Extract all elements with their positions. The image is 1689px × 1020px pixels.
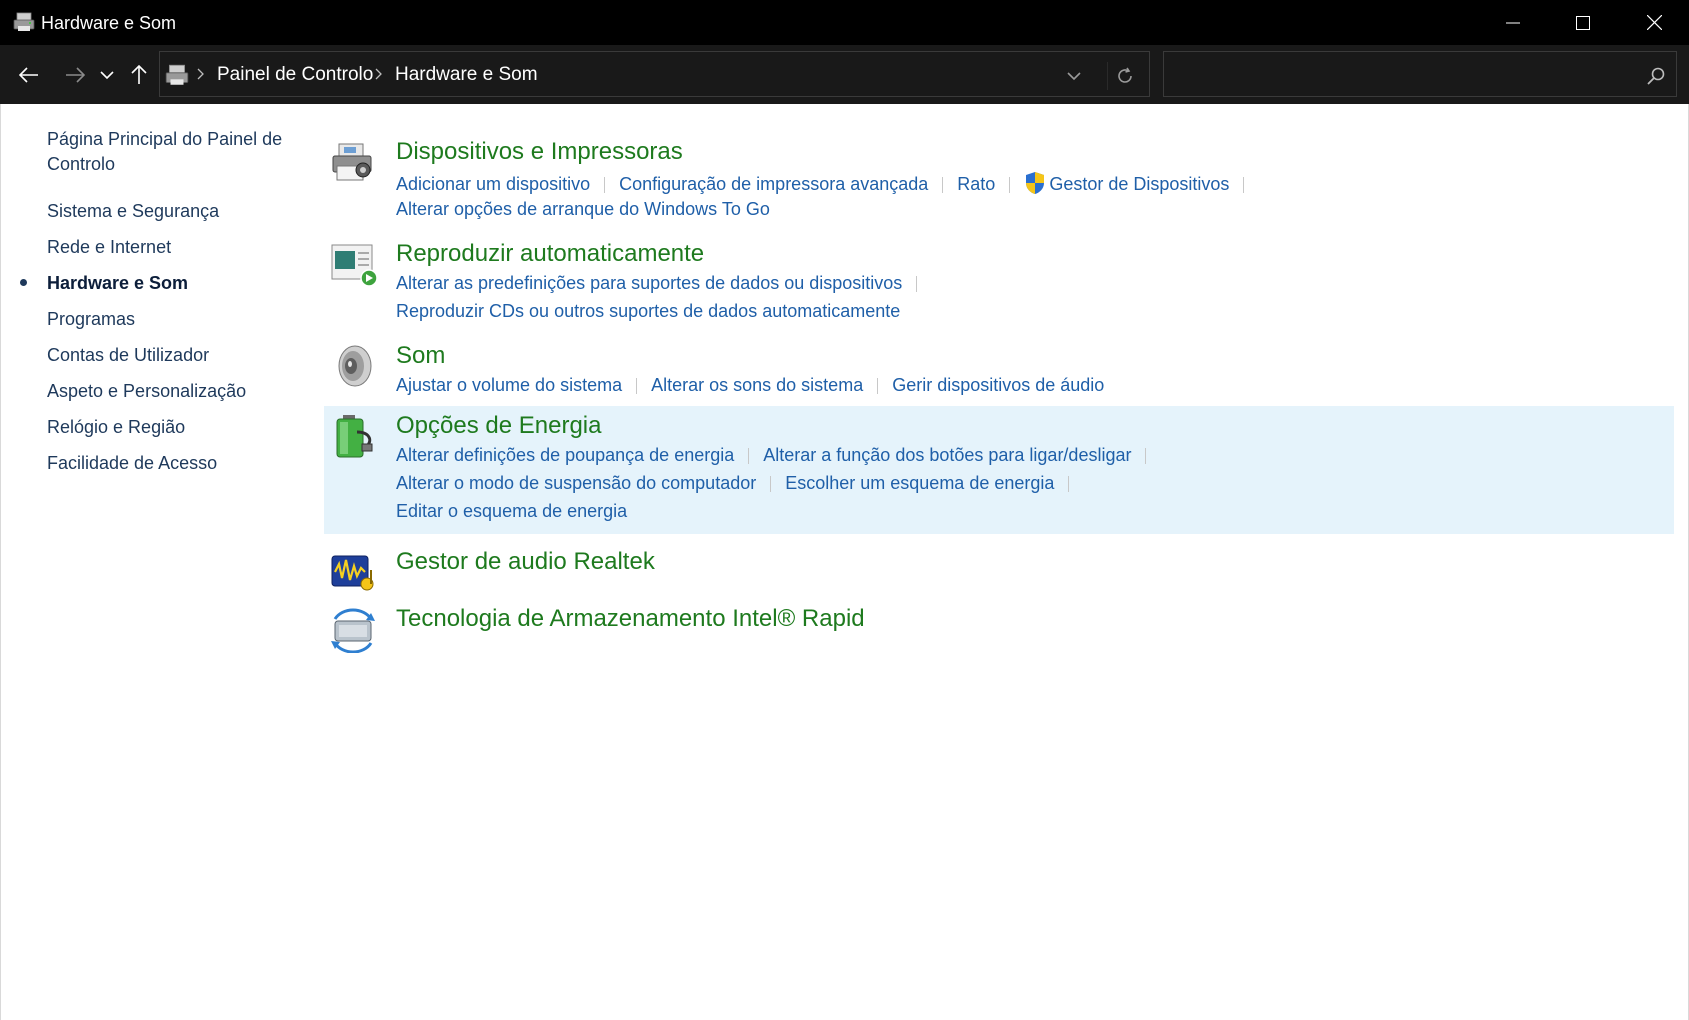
uac-shield-icon xyxy=(1026,172,1045,194)
link-mouse[interactable]: Rato xyxy=(957,174,995,194)
category-intel-rapid-storage: Tecnologia de Armazenamento Intel® Rapid xyxy=(324,601,1674,657)
divider xyxy=(877,378,879,395)
breadcrumb-hardware-e-som[interactable]: Hardware e Som xyxy=(395,64,538,86)
link-advanced-printer-setup[interactable]: Configuração de impressora avançada xyxy=(619,174,928,194)
divider xyxy=(604,177,606,194)
refresh-button[interactable] xyxy=(1107,62,1141,90)
breadcrumb-painel-de-controlo[interactable]: Painel de Controlo xyxy=(217,64,373,86)
arrow-right-icon xyxy=(66,67,85,83)
close-icon xyxy=(1646,15,1662,30)
printer-icon xyxy=(332,143,372,181)
sidebar-item-hardware-sound[interactable]: Hardware e Som xyxy=(47,271,188,296)
divider xyxy=(1145,448,1147,465)
refresh-icon xyxy=(1117,67,1132,83)
category-power-options: Opções de Energia Alterar definições de … xyxy=(324,406,1674,534)
category-realtek-audio: Gestor de audio Realtek xyxy=(324,544,1674,596)
window-title: Hardware e Som xyxy=(41,13,177,33)
category-title-autoplay[interactable]: Reproduzir automaticamente xyxy=(396,240,704,268)
category-sound: Som Ajustar o volume do sistema Alterar o… xyxy=(324,328,1674,395)
chevron-right-icon[interactable] xyxy=(372,66,386,82)
sidebar-item-network-internet[interactable]: Rede e Internet xyxy=(47,235,171,260)
address-bar[interactable]: Painel de Controlo Hardware e Som xyxy=(159,51,1150,97)
sidebar-item-system-security[interactable]: Sistema e Segurança xyxy=(47,199,219,224)
address-dropdown-button[interactable] xyxy=(1059,64,1089,88)
link-windows-to-go[interactable]: Alterar opções de arranque do Windows To… xyxy=(396,199,770,219)
links-row: Alterar as predefinições para suportes d… xyxy=(396,273,931,294)
intel-rapid-storage-icon xyxy=(331,608,375,653)
control-panel-icon xyxy=(165,64,189,85)
forward-button[interactable] xyxy=(60,60,90,90)
close-button[interactable] xyxy=(1619,0,1689,45)
sidebar-item-home[interactable]: Controlo xyxy=(47,152,115,177)
divider xyxy=(1068,476,1070,493)
link-add-device[interactable]: Adicionar um dispositivo xyxy=(396,174,590,194)
minimize-button[interactable] xyxy=(1478,0,1548,45)
links-row: Alterar opções de arranque do Windows To… xyxy=(396,199,770,220)
arrow-up-icon xyxy=(131,65,147,84)
links-row: Editar o esquema de energia xyxy=(396,501,627,522)
search-input[interactable] xyxy=(1172,60,1612,88)
up-button[interactable] xyxy=(124,60,154,90)
category-devices-printers: Dispositivos e Impressoras Adicionar um … xyxy=(324,124,1674,219)
link-manage-audio-devices[interactable]: Gerir dispositivos de áudio xyxy=(892,375,1104,395)
arrow-left-icon xyxy=(19,67,38,83)
search-box[interactable] xyxy=(1163,51,1677,97)
speaker-icon xyxy=(338,345,372,387)
links-row: Reproduzir CDs ou outros suportes de dad… xyxy=(396,301,900,322)
sidebar-item-home[interactable]: Página Principal do Painel de xyxy=(47,127,282,152)
sidebar-item-appearance[interactable]: Aspeto e Personalização xyxy=(47,379,246,404)
divider xyxy=(770,476,772,493)
chevron-right-icon[interactable] xyxy=(194,66,208,82)
battery-icon xyxy=(336,415,373,458)
sidebar-item-programs[interactable]: Programas xyxy=(47,307,135,332)
category-title-sound[interactable]: Som xyxy=(396,342,445,370)
sidebar-item-ease-of-access[interactable]: Facilidade de Acesso xyxy=(47,451,217,476)
links-row: Adicionar um dispositivo Configuração de … xyxy=(396,171,1258,195)
link-adjust-volume[interactable]: Ajustar o volume do sistema xyxy=(396,375,622,395)
content-area: Página Principal do Painel de Controlo S… xyxy=(0,104,1689,1020)
category-title-intel-rapid-storage[interactable]: Tecnologia de Armazenamento Intel® Rapid xyxy=(396,605,865,633)
recent-locations-button[interactable] xyxy=(95,60,119,90)
control-panel-icon xyxy=(13,12,35,31)
link-choose-power-plan[interactable]: Escolher um esquema de energia xyxy=(785,473,1054,493)
maximize-icon xyxy=(1576,15,1590,30)
chevron-down-icon xyxy=(1067,72,1081,81)
autoplay-icon xyxy=(331,244,377,287)
realtek-audio-icon xyxy=(331,555,374,591)
category-title-realtek-audio[interactable]: Gestor de audio Realtek xyxy=(396,548,655,576)
links-row: Ajustar o volume do sistema Alterar os so… xyxy=(396,375,1104,396)
search-icon[interactable] xyxy=(1646,66,1666,86)
category-title-devices-printers[interactable]: Dispositivos e Impressoras xyxy=(396,138,683,166)
address-toolbar: Painel de Controlo Hardware e Som xyxy=(0,45,1689,104)
minimize-icon xyxy=(1506,22,1520,23)
divider xyxy=(1009,177,1011,194)
divider xyxy=(942,177,944,194)
category-autoplay: Reproduzir automaticamente Alterar as pr… xyxy=(324,226,1674,321)
current-page-bullet xyxy=(20,279,27,286)
divider xyxy=(636,378,638,395)
divider xyxy=(748,448,750,465)
sidebar-item-clock-region[interactable]: Relógio e Região xyxy=(47,415,185,440)
chevron-down-icon xyxy=(100,71,114,80)
link-change-default-media[interactable]: Alterar as predefinições para suportes d… xyxy=(396,273,902,293)
back-button[interactable] xyxy=(14,60,44,90)
maximize-button[interactable] xyxy=(1548,0,1618,45)
link-power-saving-settings[interactable]: Alterar definições de poupança de energi… xyxy=(396,445,734,465)
category-title-power-options[interactable]: Opções de Energia xyxy=(396,412,601,440)
link-edit-power-plan[interactable]: Editar o esquema de energia xyxy=(396,501,627,521)
link-autoplay-cds[interactable]: Reproduzir CDs ou outros suportes de dad… xyxy=(396,301,900,321)
link-change-system-sounds[interactable]: Alterar os sons do sistema xyxy=(651,375,863,395)
divider xyxy=(1243,177,1245,194)
link-power-buttons[interactable]: Alterar a função dos botões para ligar/d… xyxy=(763,445,1131,465)
divider xyxy=(916,276,918,293)
links-row: Alterar definições de poupança de energi… xyxy=(396,445,1160,466)
links-row: Alterar o modo de suspensão do computado… xyxy=(396,473,1083,494)
sidebar-item-user-accounts[interactable]: Contas de Utilizador xyxy=(47,343,209,368)
link-sleep-mode[interactable]: Alterar o modo de suspensão do computado… xyxy=(396,473,756,493)
link-device-manager[interactable]: Gestor de Dispositivos xyxy=(1049,174,1229,194)
title-bar: Hardware e Som xyxy=(0,0,1689,45)
